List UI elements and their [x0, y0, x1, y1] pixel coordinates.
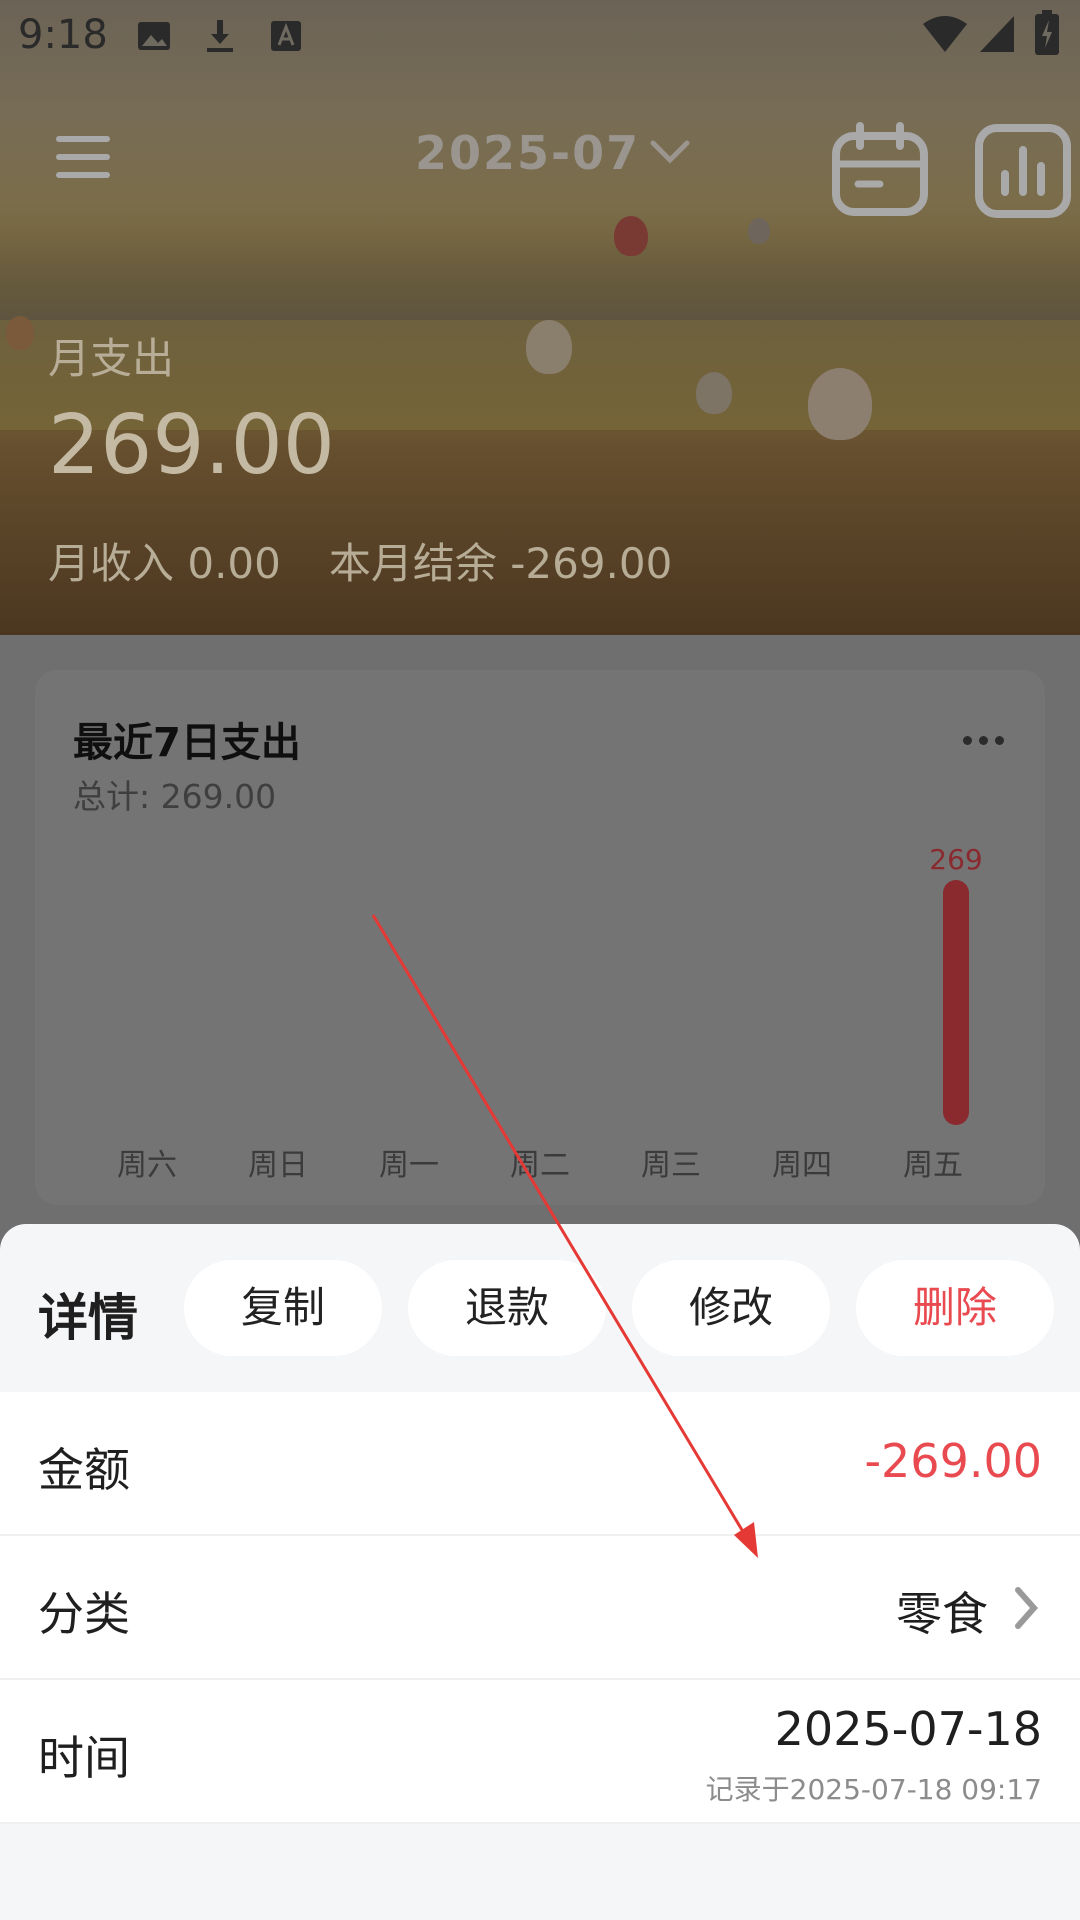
category-row[interactable]: 分类 零食 — [0, 1536, 1080, 1680]
delete-button[interactable]: 删除 — [856, 1260, 1054, 1356]
image-icon — [138, 22, 170, 50]
wifi-icon — [923, 16, 967, 52]
chart-x-label: 周四 — [772, 1148, 832, 1183]
status-bar: 9:18 — [0, 0, 1080, 72]
recorded-at: 记录于2025-07-18 09:17 — [705, 1773, 1042, 1806]
copy-button[interactable]: 复制 — [184, 1260, 382, 1356]
monthly-expense-amount: 269.00 — [48, 398, 335, 493]
status-time: 9:18 — [18, 12, 108, 58]
battery-icon — [1035, 10, 1059, 55]
chart-data-label: 269 — [929, 843, 983, 876]
distant-mountains — [0, 230, 1080, 320]
balloon-decoration — [696, 372, 732, 414]
top-bar: 2025-07 — [0, 100, 1080, 218]
calendar-icon[interactable] — [832, 122, 928, 218]
detail-rows: 金额 -269.00 分类 零食 时间 2025-07-18 记录于2025-0… — [0, 1392, 1080, 1824]
time-row[interactable]: 时间 2025-07-18 记录于2025-07-18 09:17 — [0, 1680, 1080, 1824]
weekly-bar-chart: 周六 周日 周一 周二 周三 周四 周五 269 — [35, 670, 1045, 1205]
detail-bottom-sheet: 详情 复制 退款 修改 删除 金额 -269.00 分类 零食 时间 2025-… — [0, 1224, 1080, 1920]
time-label: 时间 — [38, 1731, 130, 1785]
chart-x-label: 周一 — [379, 1148, 439, 1183]
balloon-decoration — [614, 216, 648, 256]
balloon-decoration — [6, 316, 34, 350]
monthly-balance: 本月结余 -269.00 — [328, 539, 673, 588]
sheet-header: 详情 复制 退款 修改 删除 — [0, 1224, 1080, 1392]
balloon-decoration — [808, 368, 872, 440]
month-label: 2025-07 — [415, 126, 641, 180]
hamburger-icon[interactable] — [50, 130, 116, 184]
chart-x-label: 周五 — [903, 1148, 963, 1183]
month-selector[interactable]: 2025-07 — [415, 126, 690, 180]
chart-bar[interactable] — [943, 880, 969, 1125]
chart-x-label: 周六 — [117, 1148, 177, 1183]
monthly-income: 月收入 0.00 — [48, 539, 281, 588]
chart-x-label: 周三 — [641, 1148, 701, 1183]
chart-x-label: 周日 — [248, 1148, 308, 1183]
balloon-decoration — [748, 218, 770, 244]
download-icon — [207, 20, 233, 52]
amount-row: 金额 -269.00 — [0, 1392, 1080, 1536]
category-value: 零食 — [896, 1587, 988, 1641]
time-value: 2025-07-18 — [774, 1702, 1042, 1756]
refund-button[interactable]: 退款 — [408, 1260, 606, 1356]
amount-value: -269.00 — [864, 1434, 1042, 1488]
chevron-down-icon — [650, 134, 690, 174]
edit-button[interactable]: 修改 — [632, 1260, 830, 1356]
bar-chart-icon[interactable] — [975, 122, 1071, 218]
sheet-title: 详情 — [38, 1289, 138, 1347]
category-label: 分类 — [38, 1587, 130, 1641]
monthly-expense-label: 月支出 — [48, 334, 175, 383]
chart-x-label: 周二 — [510, 1148, 570, 1183]
balloon-decoration — [526, 320, 572, 374]
signal-icon — [980, 16, 1014, 52]
recent-expense-card[interactable]: 最近7日支出 总计: 269.00 周六 周日 周一 周二 周三 周四 周五 269 — [35, 670, 1045, 1205]
chevron-right-icon — [1015, 1587, 1039, 1629]
font-icon — [271, 21, 301, 51]
amount-label: 金额 — [38, 1443, 130, 1497]
monthly-summary-line: 月收入 0.00 本月结余 -269.00 — [48, 530, 720, 591]
